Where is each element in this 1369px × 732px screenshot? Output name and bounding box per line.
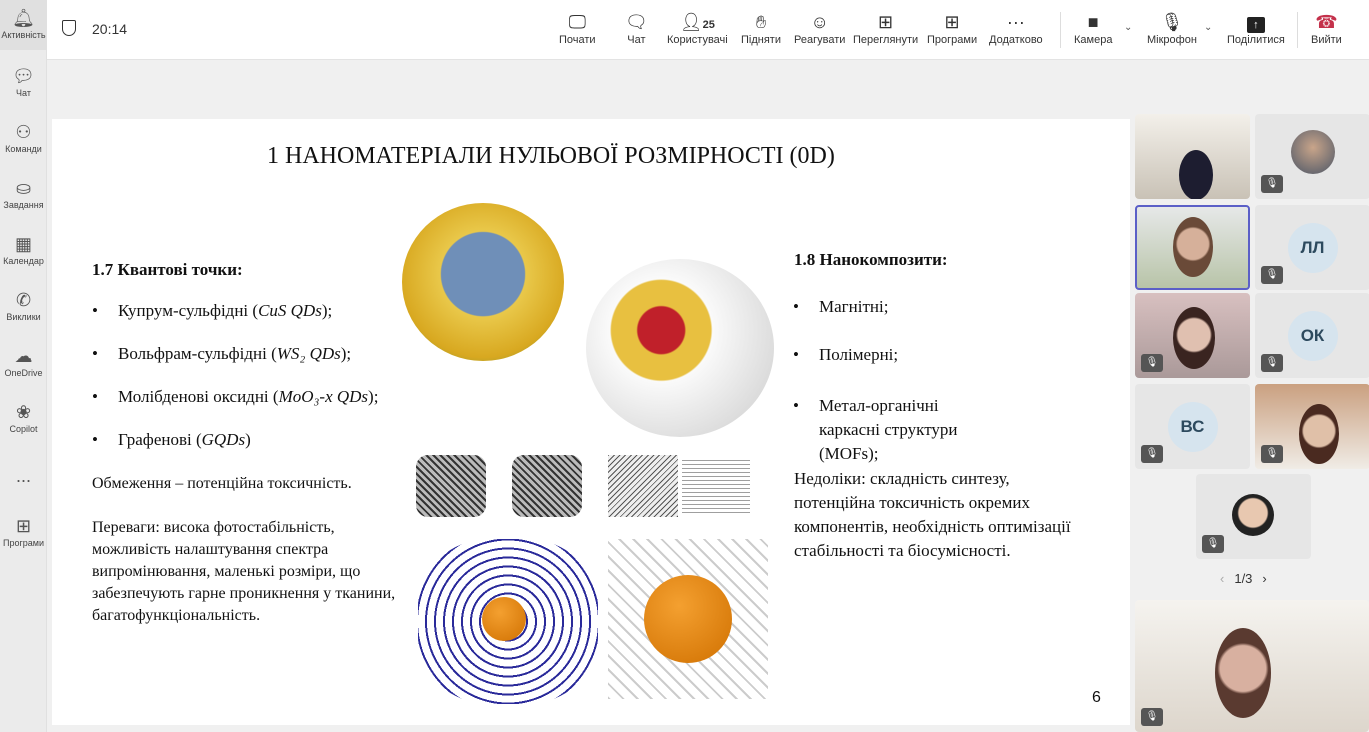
chat-icon: 💬︎ <box>12 66 35 86</box>
assignments-icon: ⛀ <box>15 178 32 198</box>
more-icon: ··· <box>1006 12 1025 32</box>
meeting-toolbar: 20:14 🖵 Почати 🗨︎ Чат 👤︎25 Користувачі ✋︎ Пі… <box>47 0 1369 60</box>
smiley-icon: ☺ <box>810 12 829 32</box>
list-item: Графенові (GQDs) <box>92 430 251 450</box>
chat-button[interactable]: 🗨︎ Чат <box>625 10 648 46</box>
left-heading: 1.7 Квантові точки: <box>92 260 243 279</box>
sidebar-item-calls[interactable]: ✆ Виклики <box>0 282 47 332</box>
participant-tile[interactable]: ВС 🎙︎ <box>1135 384 1250 469</box>
mic-off-icon: 🎙︎ <box>1202 535 1224 553</box>
mof-nanocomposite-image <box>608 539 768 699</box>
more-icon: ... <box>15 466 31 486</box>
camera-icon: ■ <box>1087 12 1099 32</box>
mof-nanocomposite-image <box>418 539 598 704</box>
shield-icon <box>62 20 76 36</box>
camera-options-chevron-icon[interactable]: ⌄ <box>1124 22 1132 33</box>
plus-box-icon: ⊞ <box>944 12 960 32</box>
list-item: Купрум-сульфідні (CuS QDs); <box>92 301 332 321</box>
calendar-icon: ▦ <box>14 234 32 254</box>
react-button[interactable]: ☺ Реагувати <box>794 10 845 46</box>
sidebar-item-teams[interactable]: ⚇ Команди <box>0 114 47 164</box>
mof-structure-image <box>416 455 486 517</box>
mic-off-icon: 🎙︎ <box>1261 175 1283 193</box>
mic-off-icon: 🎙︎ <box>1261 266 1283 284</box>
phone-icon: ✆ <box>15 290 32 310</box>
copilot-icon: ❀ <box>15 402 32 422</box>
limitation-text: Обмеження – потенційна токсичність. <box>92 475 352 492</box>
divider <box>1060 12 1061 48</box>
list-item: Вольфрам-сульфідні (WS₂ QDs); <box>92 344 351 364</box>
person-icon: 👤︎25 <box>679 12 715 32</box>
hand-icon: ✋︎ <box>755 12 767 32</box>
mic-button[interactable]: 🎙︎ Мікрофон <box>1147 10 1197 46</box>
next-page-chevron-icon[interactable]: › <box>1262 571 1266 586</box>
sidebar-item-activity[interactable]: 🔔︎ Активність <box>0 0 47 50</box>
grid-icon: ⊞ <box>878 12 894 32</box>
screen-icon: 🖵 <box>568 12 586 32</box>
self-video-tile[interactable]: 🎙︎ <box>1135 600 1369 732</box>
teams-icon: ⚇ <box>15 122 32 142</box>
sidebar-item-calendar[interactable]: ▦ Календар <box>0 226 47 276</box>
mic-off-icon: 🎙︎ <box>1141 354 1163 372</box>
share-button[interactable]: ↑ Поділитися <box>1227 10 1285 46</box>
participant-tile[interactable]: 🎙︎ <box>1196 474 1311 559</box>
list-item: Метал-органічні каркасні структури (MOFs… <box>793 394 979 466</box>
mic-off-icon: 🎙︎ <box>1261 445 1283 463</box>
bell-icon: 🔔︎ <box>12 8 35 28</box>
hang-up-icon: ☎︎ <box>1315 12 1338 32</box>
shared-slide: 1 НАНОМАТЕРІАЛИ НУЛЬОВОЇ РОЗМІРНОСТІ (0D… <box>52 119 1130 725</box>
slide-title: 1 НАНОМАТЕРІАЛИ НУЛЬОВОЇ РОЗМІРНОСТІ (0D… <box>267 143 835 169</box>
chat-icon: 🗨︎ <box>625 12 648 32</box>
start-button[interactable]: 🖵 Почати <box>559 10 596 46</box>
camera-button[interactable]: ■ Камера <box>1074 10 1112 46</box>
mof-structure-image <box>512 455 582 517</box>
view-button[interactable]: ⊞ Переглянути <box>853 10 918 46</box>
mic-off-icon: 🎙︎ <box>1261 354 1283 372</box>
sidebar-item-chat[interactable]: 💬︎ Чат <box>0 58 47 108</box>
cloud-icon: ☁︎ <box>14 346 33 366</box>
people-button[interactable]: 👤︎25 Користувачі <box>667 10 728 46</box>
app-sidebar: 🔔︎ Активність 💬︎ Чат ⚇ Команди ⛀ Завдання ▦ К… <box>0 0 47 732</box>
raise-hand-button[interactable]: ✋︎ Підняти <box>741 10 781 46</box>
quantum-dot-image <box>402 203 564 361</box>
share-icon: ↑ <box>1227 10 1285 34</box>
prev-page-chevron-icon[interactable]: ‹ <box>1220 571 1224 586</box>
apps-button[interactable]: ⊞ Програми <box>927 10 977 46</box>
sidebar-item-assignments[interactable]: ⛀ Завдання <box>0 170 47 220</box>
sidebar-item-copilot[interactable]: ❀ Copilot <box>0 394 47 444</box>
divider <box>1297 12 1298 48</box>
participant-tile[interactable]: 🎙︎ <box>1255 114 1369 199</box>
mic-off-icon: 🎙︎ <box>1141 445 1163 463</box>
mic-off-icon: 🎙︎ <box>1160 12 1184 32</box>
mof-structure-image <box>608 455 678 517</box>
advantages-text: Переваги: висока фотостабільність, можли… <box>92 519 396 624</box>
participant-tile[interactable]: ЛЛ 🎙︎ <box>1255 205 1369 290</box>
participant-video-tile[interactable]: 🎙︎ <box>1255 384 1369 469</box>
core-shell-nanoparticle-image <box>586 259 774 437</box>
mof-structure-image <box>682 459 750 513</box>
participant-video-tile-active-speaker[interactable] <box>1135 205 1250 290</box>
list-item: Магнітні; <box>793 297 889 317</box>
participant-video-tile[interactable]: 🎙︎ <box>1135 293 1250 378</box>
participants-pager: ‹ 1/3 › <box>1220 571 1267 586</box>
mic-off-icon: 🎙︎ <box>1141 708 1163 726</box>
mic-options-chevron-icon[interactable]: ⌄ <box>1204 22 1212 33</box>
sidebar-item-apps[interactable]: ⊞ Програми <box>0 508 47 558</box>
list-item: Полімерні; <box>793 345 898 365</box>
more-button[interactable]: ··· Додатково <box>989 10 1043 46</box>
participant-video-tile[interactable] <box>1135 114 1250 199</box>
leave-button[interactable]: ☎︎ Вийти <box>1311 10 1342 46</box>
slide-page-number: 6 <box>1092 689 1101 706</box>
meeting-timer: 20:14 <box>92 21 128 37</box>
list-item: Молібденові оксидні (MoO₃-x QDs); <box>92 387 378 407</box>
sidebar-item-more[interactable]: ... <box>0 458 47 508</box>
right-heading: 1.8 Нанокомпозити: <box>794 250 948 269</box>
sidebar-item-onedrive[interactable]: ☁︎ OneDrive <box>0 338 47 388</box>
drawbacks-text: Недоліки: складність синтезу, потенційна… <box>794 469 1071 560</box>
participant-tile[interactable]: ОК 🎙︎ <box>1255 293 1369 378</box>
apps-icon: ⊞ <box>15 516 32 536</box>
